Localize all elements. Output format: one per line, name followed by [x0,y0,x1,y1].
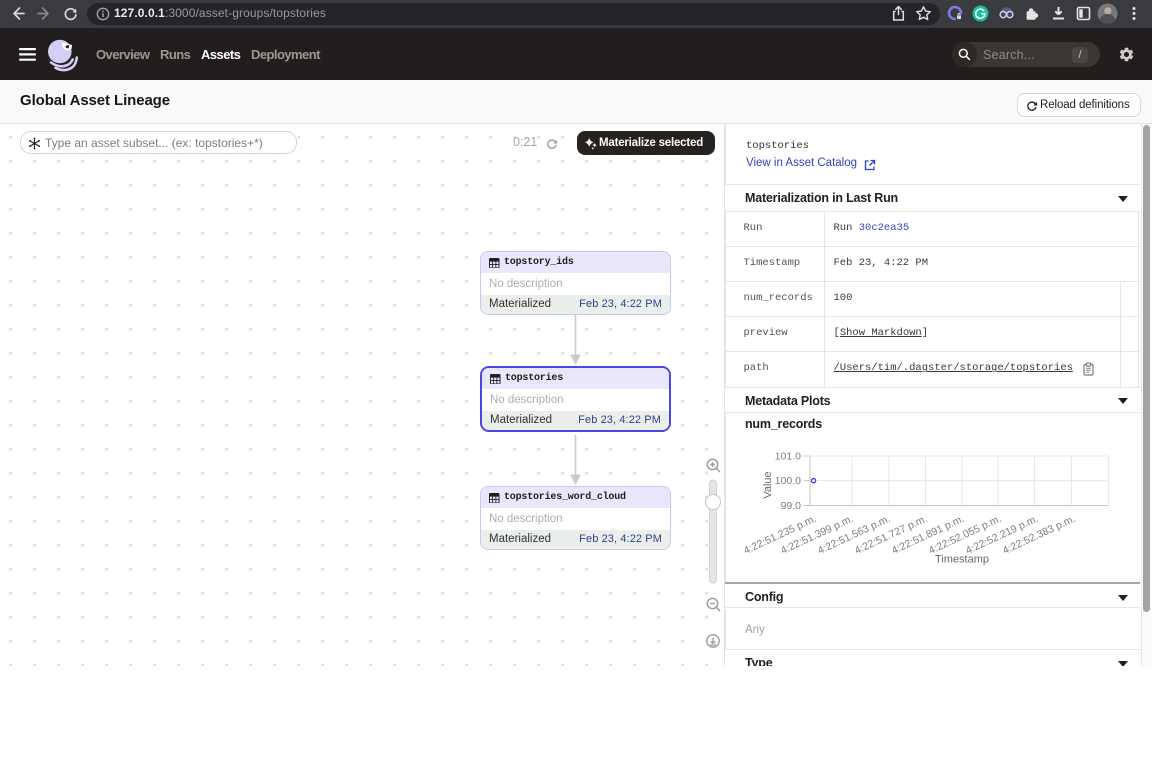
svg-text:100.0: 100.0 [775,475,801,487]
svg-text:Value: Value [762,471,774,498]
svg-text:Timestamp: Timestamp [935,554,989,566]
svg-text:101.0: 101.0 [775,451,801,463]
svg-text:99.0: 99.0 [781,500,802,512]
